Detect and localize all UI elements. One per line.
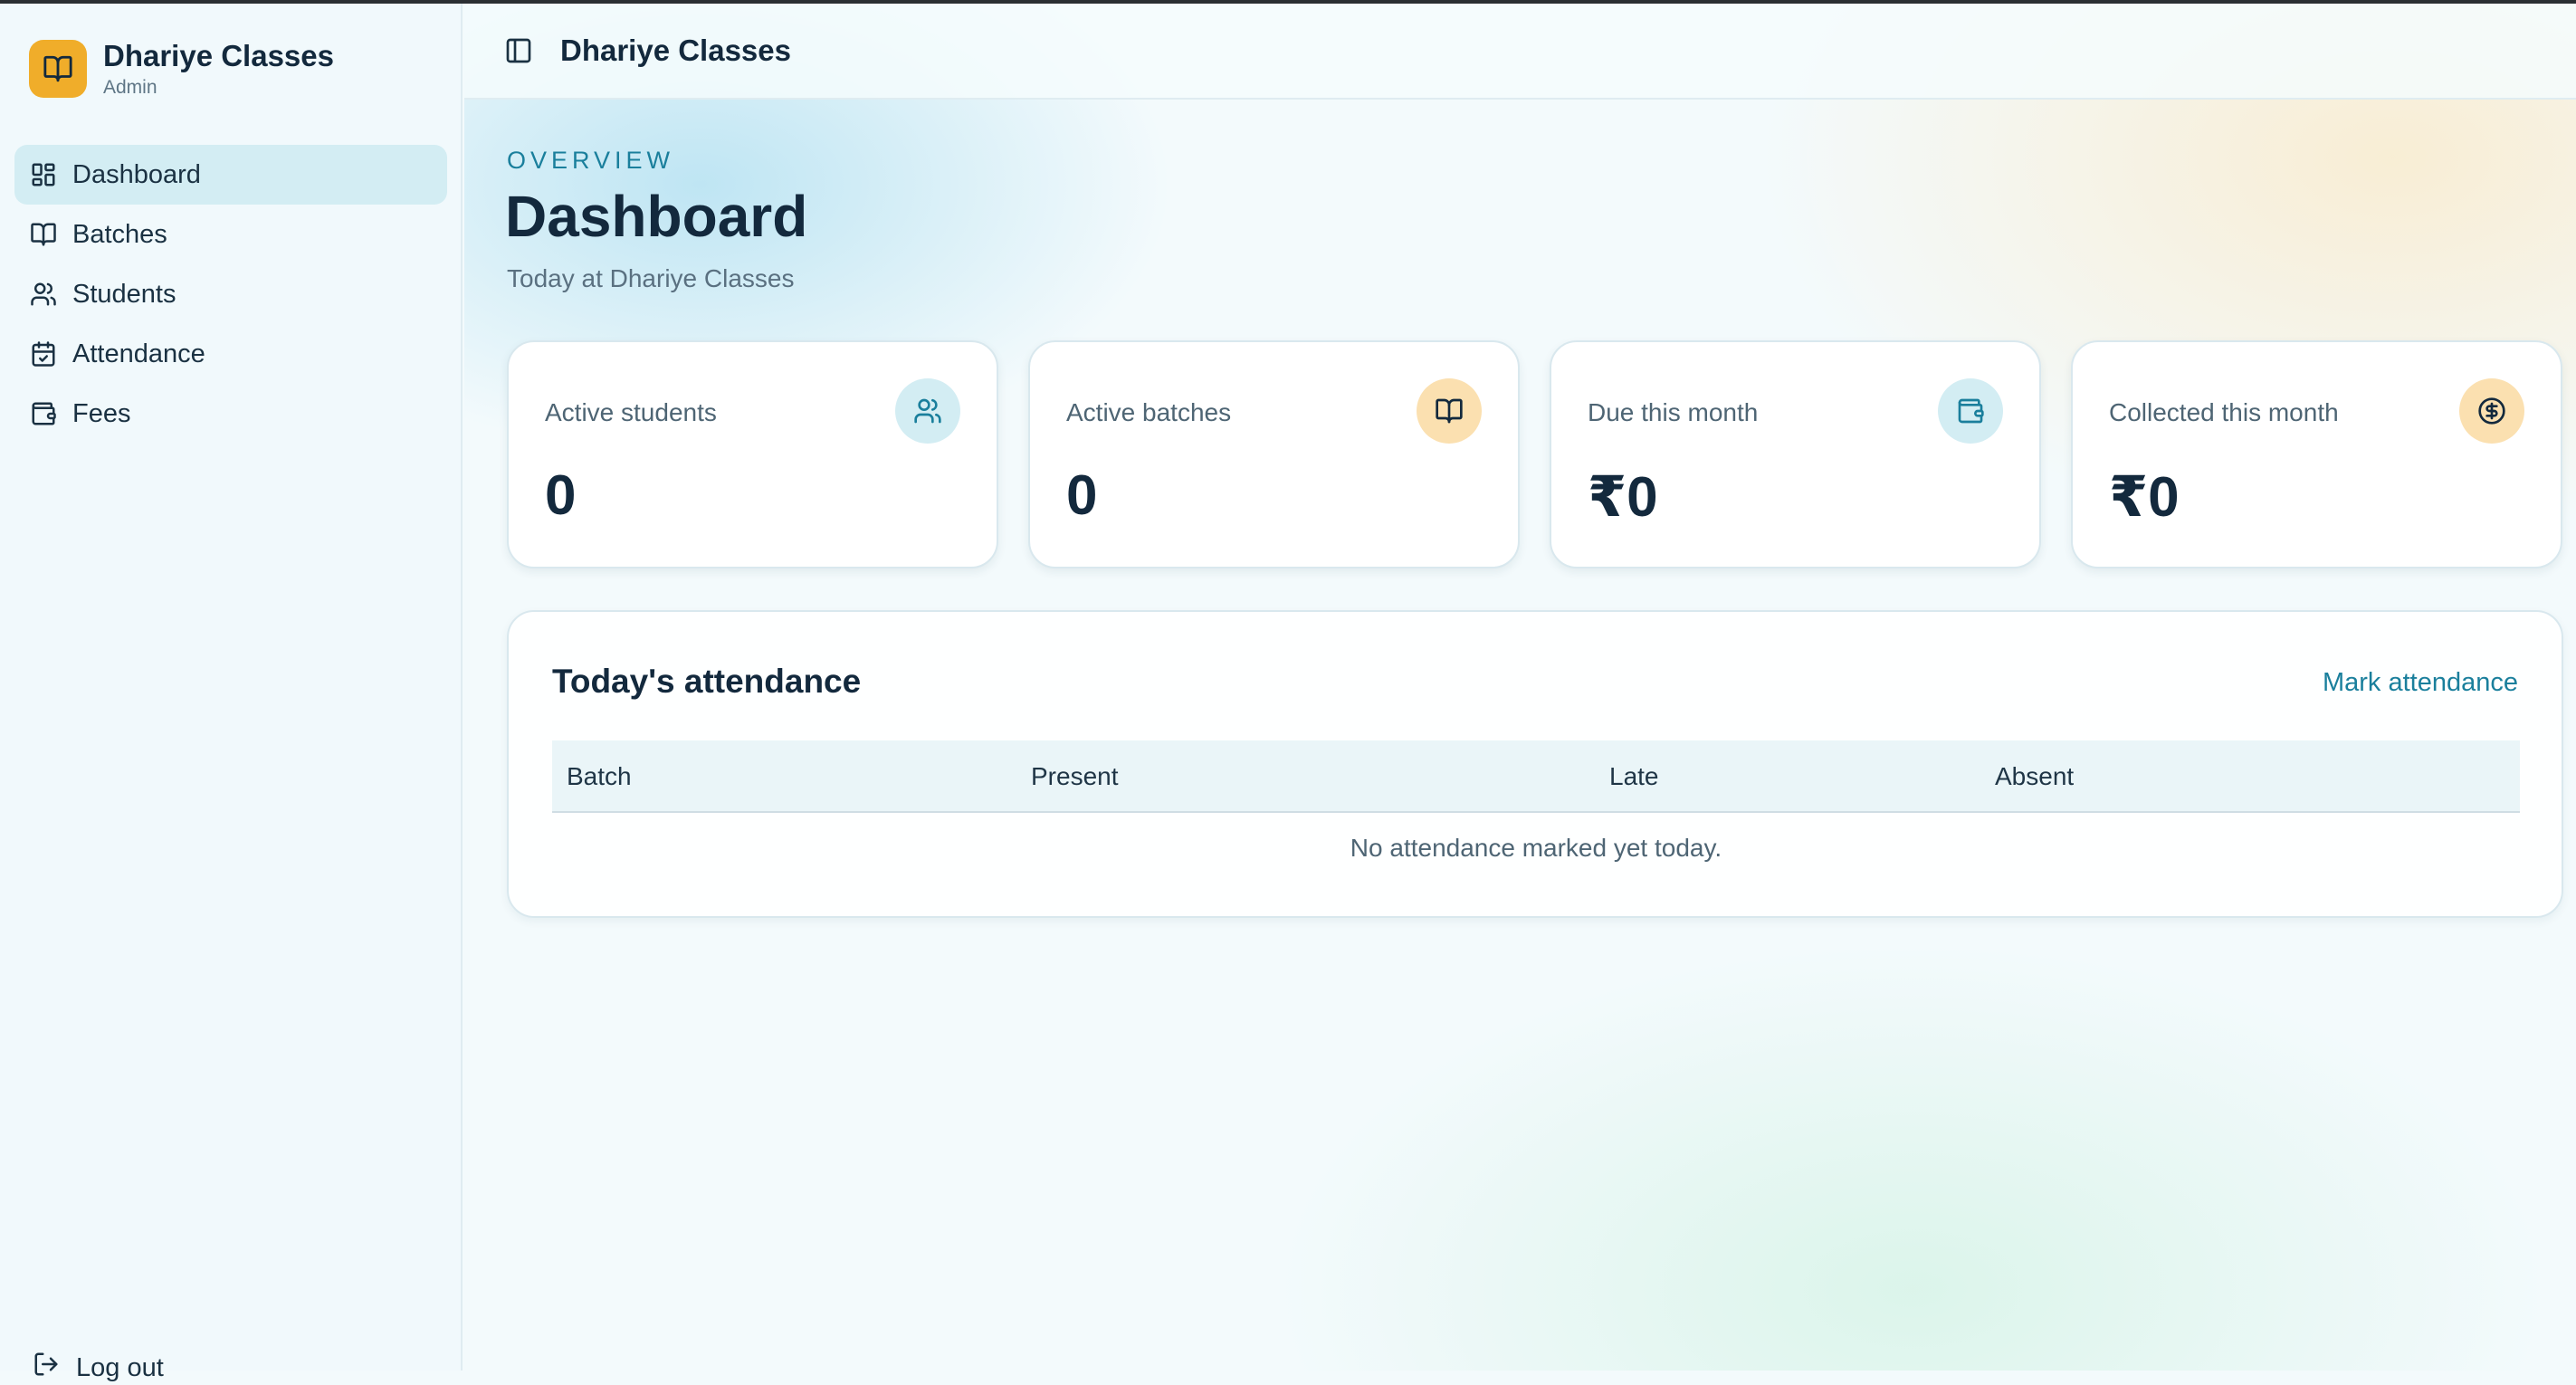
brand-name: Dhariye Classes xyxy=(103,39,334,72)
sidebar-item-label: Batches xyxy=(72,219,167,249)
stat-card-collected-this-month: Collected this month ₹0 xyxy=(2071,340,2562,568)
window-top-border xyxy=(0,0,2576,4)
stat-card-active-students: Active students 0 xyxy=(507,340,998,568)
sidebar-item-label: Fees xyxy=(72,398,131,428)
panel-left-icon xyxy=(506,38,531,63)
sidebar-item-dashboard[interactable]: Dashboard xyxy=(14,145,447,205)
calendar-check-icon xyxy=(29,339,58,368)
header-title: Dhariye Classes xyxy=(560,33,791,67)
sidebar-item-batches[interactable]: Batches xyxy=(14,205,447,264)
sidebar-item-fees[interactable]: Fees xyxy=(14,384,447,444)
dashboard-grid-icon xyxy=(29,160,58,189)
sidebar-nav: Dashboard Batches Students Attendance Fe… xyxy=(14,145,447,444)
sidebar-toggle-button[interactable] xyxy=(502,34,535,67)
book-icon xyxy=(29,40,87,98)
wallet-icon xyxy=(29,399,58,428)
brand-role: Admin xyxy=(103,77,157,98)
users-icon xyxy=(29,280,58,309)
stat-label: Active batches xyxy=(1066,398,1232,426)
stat-value: 0 xyxy=(1066,464,1098,527)
table-empty-message: No attendance marked yet today. xyxy=(1350,834,1722,862)
stat-label: Due this month xyxy=(1588,398,1759,426)
attendance-title: Today's attendance xyxy=(552,663,862,700)
attendance-card: Today's attendance Mark attendance Batch… xyxy=(507,610,2563,918)
column-header-absent[interactable]: Absent xyxy=(1995,762,2074,791)
wallet-icon xyxy=(1938,378,2003,444)
logout-label: Log out xyxy=(76,1352,164,1382)
column-header-batch[interactable]: Batch xyxy=(567,762,632,791)
top-header: Dhariye Classes xyxy=(464,4,2576,100)
mark-attendance-link[interactable]: Mark attendance xyxy=(2323,668,2518,698)
page-subtitle: Today at Dhariye Classes xyxy=(507,264,795,292)
column-header-present[interactable]: Present xyxy=(1031,762,1119,791)
stat-value: ₹0 xyxy=(2109,466,2180,529)
sidebar-item-label: Attendance xyxy=(72,339,205,368)
page-eyebrow: OVERVIEW xyxy=(507,147,675,174)
main-content: Dhariye Classes OVERVIEW Dashboard Today… xyxy=(464,4,2576,1371)
sidebar-item-label: Dashboard xyxy=(72,159,201,189)
sidebar-item-attendance[interactable]: Attendance xyxy=(14,324,447,384)
sidebar-item-label: Students xyxy=(72,279,177,309)
column-header-late[interactable]: Late xyxy=(1609,762,1659,791)
table-header-row: Batch Present Late Absent xyxy=(552,740,2520,813)
book-icon xyxy=(29,220,58,249)
dollar-circle-icon xyxy=(2459,378,2524,444)
attendance-table: Batch Present Late Absent No attendance … xyxy=(552,740,2520,884)
book-icon xyxy=(1417,378,1482,444)
sidebar: Dhariye Classes Admin Dashboard Batches … xyxy=(0,4,463,1382)
stat-card-due-this-month: Due this month ₹0 xyxy=(1550,340,2041,568)
stat-value: ₹0 xyxy=(1588,466,1658,529)
logout-button[interactable]: Log out xyxy=(33,1351,164,1385)
brand: Dhariye Classes Admin xyxy=(29,38,334,100)
sidebar-item-students[interactable]: Students xyxy=(14,264,447,324)
stat-label: Collected this month xyxy=(2109,398,2339,426)
stat-value: 0 xyxy=(545,464,577,527)
page-title: Dashboard xyxy=(505,184,808,249)
logout-icon xyxy=(33,1351,60,1385)
stat-label: Active students xyxy=(545,398,717,426)
stat-card-active-batches: Active batches 0 xyxy=(1028,340,1520,568)
users-icon xyxy=(895,378,960,444)
